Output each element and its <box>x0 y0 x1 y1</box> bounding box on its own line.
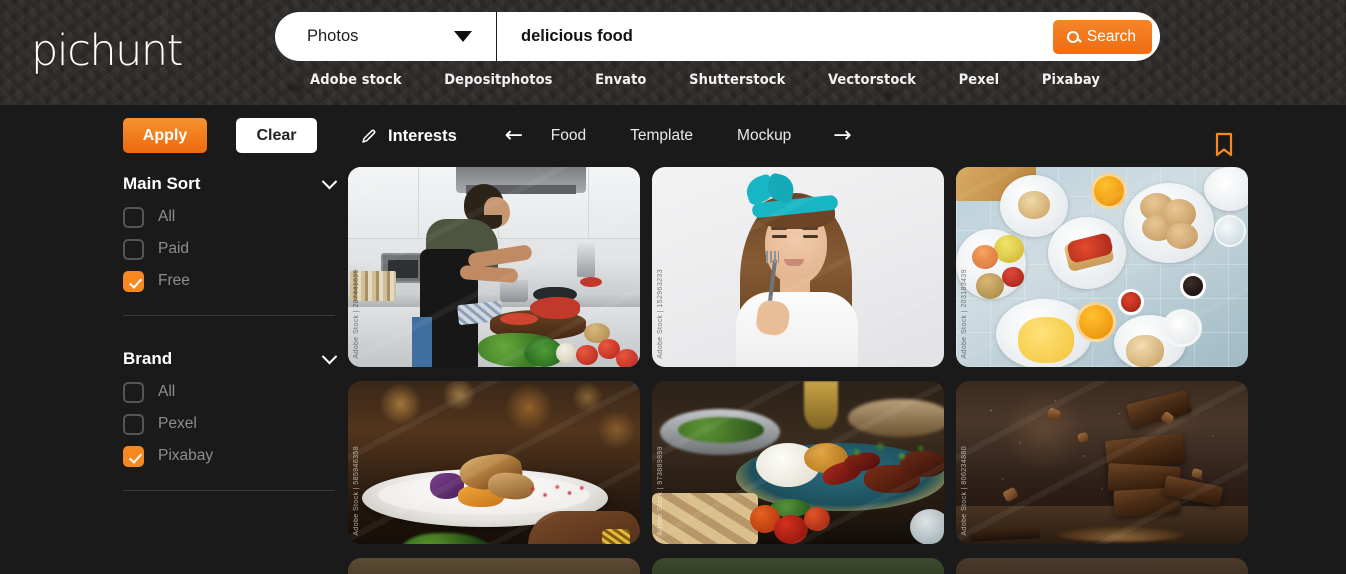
interests-label: Interests <box>388 126 457 145</box>
site-header: pichunt Photos Search Adobe stock Deposi… <box>0 0 1346 105</box>
sidebar-divider <box>123 490 335 491</box>
checkbox[interactable] <box>123 206 144 228</box>
result-card[interactable]: Adobe Stock | 973889899 <box>652 381 944 544</box>
filter-section-header-main-sort[interactable]: Main Sort <box>123 167 338 201</box>
filter-section-brand: Brand All Pexel Pixabay <box>123 342 338 472</box>
filter-option-label: All <box>158 208 176 225</box>
bookmark-icon[interactable] <box>1214 132 1234 163</box>
result-card[interactable]: Adobe Stock | 152963233 <box>652 167 944 367</box>
result-thumbnail <box>652 381 944 544</box>
site-logo[interactable]: pichunt <box>31 30 184 73</box>
interests-bar: Interests ← Food Template Mockup → <box>360 105 857 167</box>
category-select-label: Photos <box>307 27 359 45</box>
result-card[interactable]: Adobe Stock | 806234880 <box>956 381 1248 544</box>
filter-sidebar: Main Sort All Paid Free Brand All Pexel … <box>123 167 338 517</box>
nav-link-depositphotos[interactable]: Depositphotos <box>444 72 552 88</box>
apply-button[interactable]: Apply <box>123 118 207 153</box>
checkbox-checked[interactable] <box>123 445 144 467</box>
filter-option-main-sort-paid[interactable]: Paid <box>123 233 335 265</box>
result-thumbnail <box>956 381 1248 544</box>
result-card[interactable]: Adobe Stock | 585946358 <box>348 381 640 544</box>
filter-section-title: Brand <box>123 349 173 368</box>
result-thumbnail <box>348 167 640 367</box>
filter-option-main-sort-all[interactable]: All <box>123 201 335 233</box>
filter-option-label: Pixabay <box>158 447 214 464</box>
search-button[interactable]: Search <box>1052 20 1152 54</box>
filter-option-label: Free <box>158 272 190 289</box>
nav-link-adobe-stock[interactable]: Adobe stock <box>310 72 402 88</box>
filter-section-title: Main Sort <box>123 174 201 193</box>
results-grid: Adobe Stock | 287441629 Adobe Stock | 15… <box>348 167 1260 574</box>
checkbox[interactable] <box>123 238 144 260</box>
interests-prev-arrow[interactable]: ← <box>499 125 529 147</box>
result-card[interactable] <box>652 558 944 574</box>
chevron-down-icon <box>321 173 338 189</box>
search-icon <box>1066 31 1079 43</box>
result-thumbnail <box>956 167 1248 367</box>
filter-option-brand-all[interactable]: All <box>123 376 335 408</box>
filter-section-main-sort: Main Sort All Paid Free <box>123 167 338 297</box>
result-card[interactable]: Adobe Stock | 287441629 <box>348 167 640 367</box>
interest-tag-template[interactable]: Template <box>630 127 693 145</box>
search-button-label: Search <box>1086 28 1136 45</box>
checkbox[interactable] <box>123 413 144 435</box>
filter-section-header-brand[interactable]: Brand <box>123 342 338 376</box>
category-select[interactable]: Photos <box>275 12 497 61</box>
nav-link-envato[interactable]: Envato <box>595 72 646 88</box>
nav-link-shutterstock[interactable]: Shutterstock <box>689 72 785 88</box>
checkbox-checked[interactable] <box>123 270 144 292</box>
page-body: Apply Clear Interests ← Food Template Mo… <box>0 105 1346 574</box>
result-card[interactable] <box>956 558 1248 574</box>
sidebar-divider <box>123 315 335 316</box>
clear-button[interactable]: Clear <box>236 118 317 153</box>
filter-option-brand-pexel[interactable]: Pexel <box>123 408 335 440</box>
filter-option-main-sort-free[interactable]: Free <box>123 265 335 297</box>
filter-option-label: All <box>158 383 176 400</box>
filter-option-label: Pexel <box>158 415 197 432</box>
pencil-icon <box>360 127 378 145</box>
chevron-down-icon <box>454 31 472 42</box>
interests-next-arrow[interactable]: → <box>827 125 857 147</box>
result-card[interactable]: Adobe Stock | 203183439 <box>956 167 1248 367</box>
interest-tag-food[interactable]: Food <box>551 127 586 145</box>
nav-link-vectorstock[interactable]: Vectorstock <box>828 72 916 88</box>
checkbox[interactable] <box>123 381 144 403</box>
result-thumbnail <box>652 167 944 367</box>
filter-toolbar: Apply Clear Interests ← Food Template Mo… <box>0 105 1346 167</box>
nav-link-pexel[interactable]: Pexel <box>959 72 1000 88</box>
provider-nav: Adobe stock Depositphotos Envato Shutter… <box>310 72 1100 88</box>
search-bar: Photos Search <box>275 12 1160 61</box>
interest-tag-mockup[interactable]: Mockup <box>737 127 791 145</box>
chevron-down-icon <box>321 348 338 364</box>
filter-option-label: Paid <box>158 240 190 257</box>
result-card[interactable] <box>348 558 640 574</box>
filter-option-brand-pixabay[interactable]: Pixabay <box>123 440 335 472</box>
nav-link-pixabay[interactable]: Pixabay <box>1042 72 1100 88</box>
result-thumbnail <box>348 381 640 544</box>
